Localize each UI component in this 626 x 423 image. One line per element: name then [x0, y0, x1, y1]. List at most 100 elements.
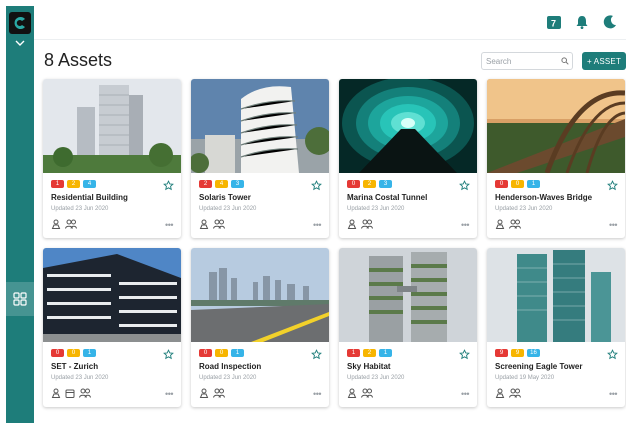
badge-medium: 0	[511, 180, 524, 188]
asset-card[interactable]: 2 4 3 Solaris Tower Updated 23 Jun 2020 …	[191, 79, 329, 238]
add-asset-button[interactable]: + ASSET	[582, 52, 626, 70]
asset-photo	[43, 248, 181, 342]
badge-low: 4	[83, 180, 96, 188]
severity-badges: 2 4 3	[199, 180, 244, 188]
inspector-icon	[495, 219, 505, 229]
badge-high: 2	[199, 180, 212, 188]
asset-name: Solaris Tower	[199, 193, 251, 202]
users-icon	[65, 219, 77, 229]
grid-icon	[13, 292, 27, 306]
asset-name: Sky Habitat	[347, 362, 391, 371]
asset-name: Screening Eagle Tower	[495, 362, 583, 371]
badge-medium: 9	[511, 349, 524, 357]
asset-name: Marina Costal Tunnel	[347, 193, 428, 202]
badge-medium: 2	[363, 180, 376, 188]
asset-photo	[487, 79, 625, 173]
badge-low: 3	[231, 180, 244, 188]
users-icon	[509, 388, 521, 398]
users-icon	[361, 388, 373, 398]
asset-photo	[191, 79, 329, 173]
severity-badges: 0 0 1	[495, 180, 540, 188]
sidebar	[6, 6, 34, 423]
chevron-down-icon[interactable]	[14, 39, 26, 47]
star-icon[interactable]	[607, 180, 618, 191]
page-title: 8 Assets	[44, 50, 113, 70]
badge-medium: 0	[67, 349, 80, 357]
badge-high: 0	[347, 180, 360, 188]
asset-photo	[191, 248, 329, 342]
users-icon	[509, 219, 521, 229]
star-icon[interactable]	[163, 180, 174, 191]
inspector-icon	[199, 219, 209, 229]
inspector-icon	[347, 219, 357, 229]
svg-text:7: 7	[551, 19, 556, 29]
star-icon[interactable]	[311, 349, 322, 360]
badge-low: 16	[527, 349, 540, 357]
more-options-icon[interactable]: •••	[313, 389, 321, 399]
calendar-icon	[65, 389, 75, 398]
star-icon[interactable]	[163, 349, 174, 360]
logo-icon	[14, 17, 25, 29]
severity-badges: 1 2 4	[51, 180, 96, 188]
badge-medium: 2	[363, 349, 376, 357]
asset-card[interactable]: 1 2 4 Residential Building Updated 23 Ju…	[43, 79, 181, 238]
top-bar: 7	[34, 6, 626, 40]
asset-photo	[487, 248, 625, 342]
more-options-icon[interactable]: •••	[165, 220, 173, 230]
badge-low: 1	[83, 349, 96, 357]
asset-updated: Updated 23 Jun 2020	[347, 375, 405, 381]
badge-medium: 4	[215, 180, 228, 188]
asset-card[interactable]: 0 0 1 SET - Zurich Updated 23 Jun 2020 •…	[43, 248, 181, 407]
asset-updated: Updated 23 Jun 2020	[199, 375, 257, 381]
badge-low: 3	[379, 180, 392, 188]
badge-low: 1	[379, 349, 392, 357]
asset-name: Road Inspection	[199, 362, 262, 371]
star-icon[interactable]	[607, 349, 618, 360]
more-options-icon[interactable]: •••	[165, 389, 173, 399]
bell-icon[interactable]	[574, 14, 590, 30]
asset-name: Residential Building	[51, 193, 128, 202]
inspector-icon	[51, 388, 61, 398]
users-icon	[361, 219, 373, 229]
sidebar-item-assets[interactable]	[6, 282, 34, 316]
star-icon[interactable]	[459, 180, 470, 191]
moon-icon[interactable]	[602, 14, 618, 30]
more-options-icon[interactable]: •••	[609, 389, 617, 399]
inspector-icon	[199, 388, 209, 398]
more-options-icon[interactable]: •••	[609, 220, 617, 230]
severity-badges: 0 0 1	[199, 349, 244, 357]
asset-photo	[43, 79, 181, 173]
asset-name: SET - Zurich	[51, 362, 99, 371]
badge-medium: 0	[215, 349, 228, 357]
asset-updated: Updated 23 Jun 2020	[347, 206, 405, 212]
asset-card[interactable]: 0 2 3 Marina Costal Tunnel Updated 23 Ju…	[339, 79, 477, 238]
app-logo[interactable]	[9, 12, 31, 34]
inspector-icon	[51, 219, 61, 229]
asset-card[interactable]: 0 0 1 Road Inspection Updated 23 Jun 202…	[191, 248, 329, 407]
badge-low: 1	[527, 180, 540, 188]
badge-high: 9	[495, 349, 508, 357]
inspector-icon	[347, 388, 357, 398]
asset-photo	[339, 248, 477, 342]
severity-badges: 1 2 1	[347, 349, 392, 357]
badge-high: 0	[51, 349, 64, 357]
search-input[interactable]	[481, 52, 573, 70]
severity-badges: 0 0 1	[51, 349, 96, 357]
calendar-seven-icon[interactable]: 7	[546, 14, 562, 30]
badge-high: 1	[51, 180, 64, 188]
asset-card[interactable]: 0 0 1 Henderson-Waves Bridge Updated 23 …	[487, 79, 625, 238]
asset-name: Henderson-Waves Bridge	[495, 193, 593, 202]
more-options-icon[interactable]: •••	[313, 220, 321, 230]
star-icon[interactable]	[459, 349, 470, 360]
asset-updated: Updated 19 May 2020	[495, 375, 555, 381]
more-options-icon[interactable]: •••	[461, 220, 469, 230]
star-icon[interactable]	[311, 180, 322, 191]
inspector-icon	[495, 388, 505, 398]
asset-card[interactable]: 1 2 1 Sky Habitat Updated 23 Jun 2020 ••…	[339, 248, 477, 407]
asset-card[interactable]: 9 9 16 Screening Eagle Tower Updated 19 …	[487, 248, 625, 407]
users-icon	[79, 388, 91, 398]
asset-updated: Updated 23 Jun 2020	[495, 206, 553, 212]
severity-badges: 9 9 16	[495, 349, 540, 357]
users-icon	[213, 219, 225, 229]
more-options-icon[interactable]: •••	[461, 389, 469, 399]
